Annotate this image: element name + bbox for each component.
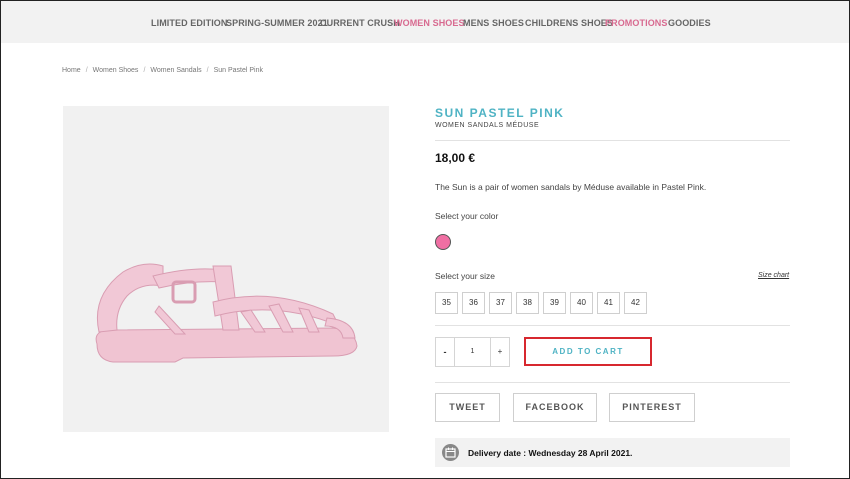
size-label: Select your size	[435, 271, 495, 281]
sandal-illustration	[95, 263, 358, 363]
add-to-cart-button[interactable]: ADD TO CART	[524, 337, 652, 366]
nav-item-childrens-shoes[interactable]: CHILDRENS SHOES	[525, 18, 613, 28]
breadcrumb-current-product: Sun Pastel Pink	[213, 67, 263, 74]
color-label: Select your color	[435, 211, 499, 221]
divider	[435, 382, 790, 383]
nav-item-spring-summer-2021[interactable]: SPRING-SUMMER 2021	[226, 18, 328, 28]
size-option-41[interactable]: 41	[597, 292, 620, 314]
delivery-info: Delivery date : Wednesday 28 April 2021.	[435, 438, 790, 467]
divider	[435, 325, 790, 326]
nav-item-goodies[interactable]: GOODIES	[668, 18, 711, 28]
size-option-37[interactable]: 37	[489, 292, 512, 314]
delivery-date-text: Delivery date : Wednesday 28 April 2021.	[468, 448, 633, 458]
breadcrumb-separator: /	[85, 67, 88, 74]
divider	[435, 140, 790, 141]
quantity-decrease-button[interactable]: -	[435, 337, 455, 367]
size-option-40[interactable]: 40	[570, 292, 593, 314]
breadcrumb-women-shoes[interactable]: Women Shoes	[93, 67, 139, 74]
pinterest-button[interactable]: PINTEREST	[609, 393, 695, 422]
size-option-38[interactable]: 38	[516, 292, 539, 314]
breadcrumb: Home / Women Shoes / Women Sandals / Sun Paste…	[62, 67, 263, 74]
product-description: The Sun is a pair of women sandals by Mé…	[435, 182, 707, 192]
size-option-36[interactable]: 36	[462, 292, 485, 314]
product-image[interactable]	[63, 106, 389, 432]
size-option-39[interactable]: 39	[543, 292, 566, 314]
breadcrumb-separator: /	[206, 67, 209, 74]
nav-item-limited-edition[interactable]: LIMITED EDITION	[151, 18, 228, 28]
size-option-35[interactable]: 35	[435, 292, 458, 314]
product-price: 18,00 €	[435, 151, 476, 165]
quantity-increase-button[interactable]: +	[490, 337, 510, 367]
size-chart-link[interactable]: Size chart	[758, 272, 789, 279]
size-option-42[interactable]: 42	[624, 292, 647, 314]
product-subtitle: WOMEN SANDALS MÉDUSE	[435, 122, 540, 129]
product-title: SUN PASTEL PINK	[435, 106, 565, 120]
quantity-input[interactable]: 1	[455, 337, 490, 367]
nav-item-current-crush[interactable]: CURRENT CRUSH	[320, 18, 400, 28]
calendar-icon	[442, 444, 459, 461]
color-swatch-pastel-pink[interactable]	[435, 234, 451, 250]
breadcrumb-separator: /	[143, 67, 146, 74]
nav-item-promotions[interactable]: PROMOTIONS	[605, 18, 668, 28]
top-navigation: LIMITED EDITION SPRING-SUMMER 2021 CURRE…	[1, 1, 849, 43]
nav-item-women-shoes[interactable]: WOMEN SHOES	[394, 18, 465, 28]
breadcrumb-women-sandals[interactable]: Women Sandals	[150, 67, 201, 74]
breadcrumb-home[interactable]: Home	[62, 67, 81, 74]
nav-item-mens-shoes[interactable]: MENS SHOES	[463, 18, 524, 28]
facebook-button[interactable]: FACEBOOK	[513, 393, 597, 422]
tweet-button[interactable]: TWEET	[435, 393, 500, 422]
